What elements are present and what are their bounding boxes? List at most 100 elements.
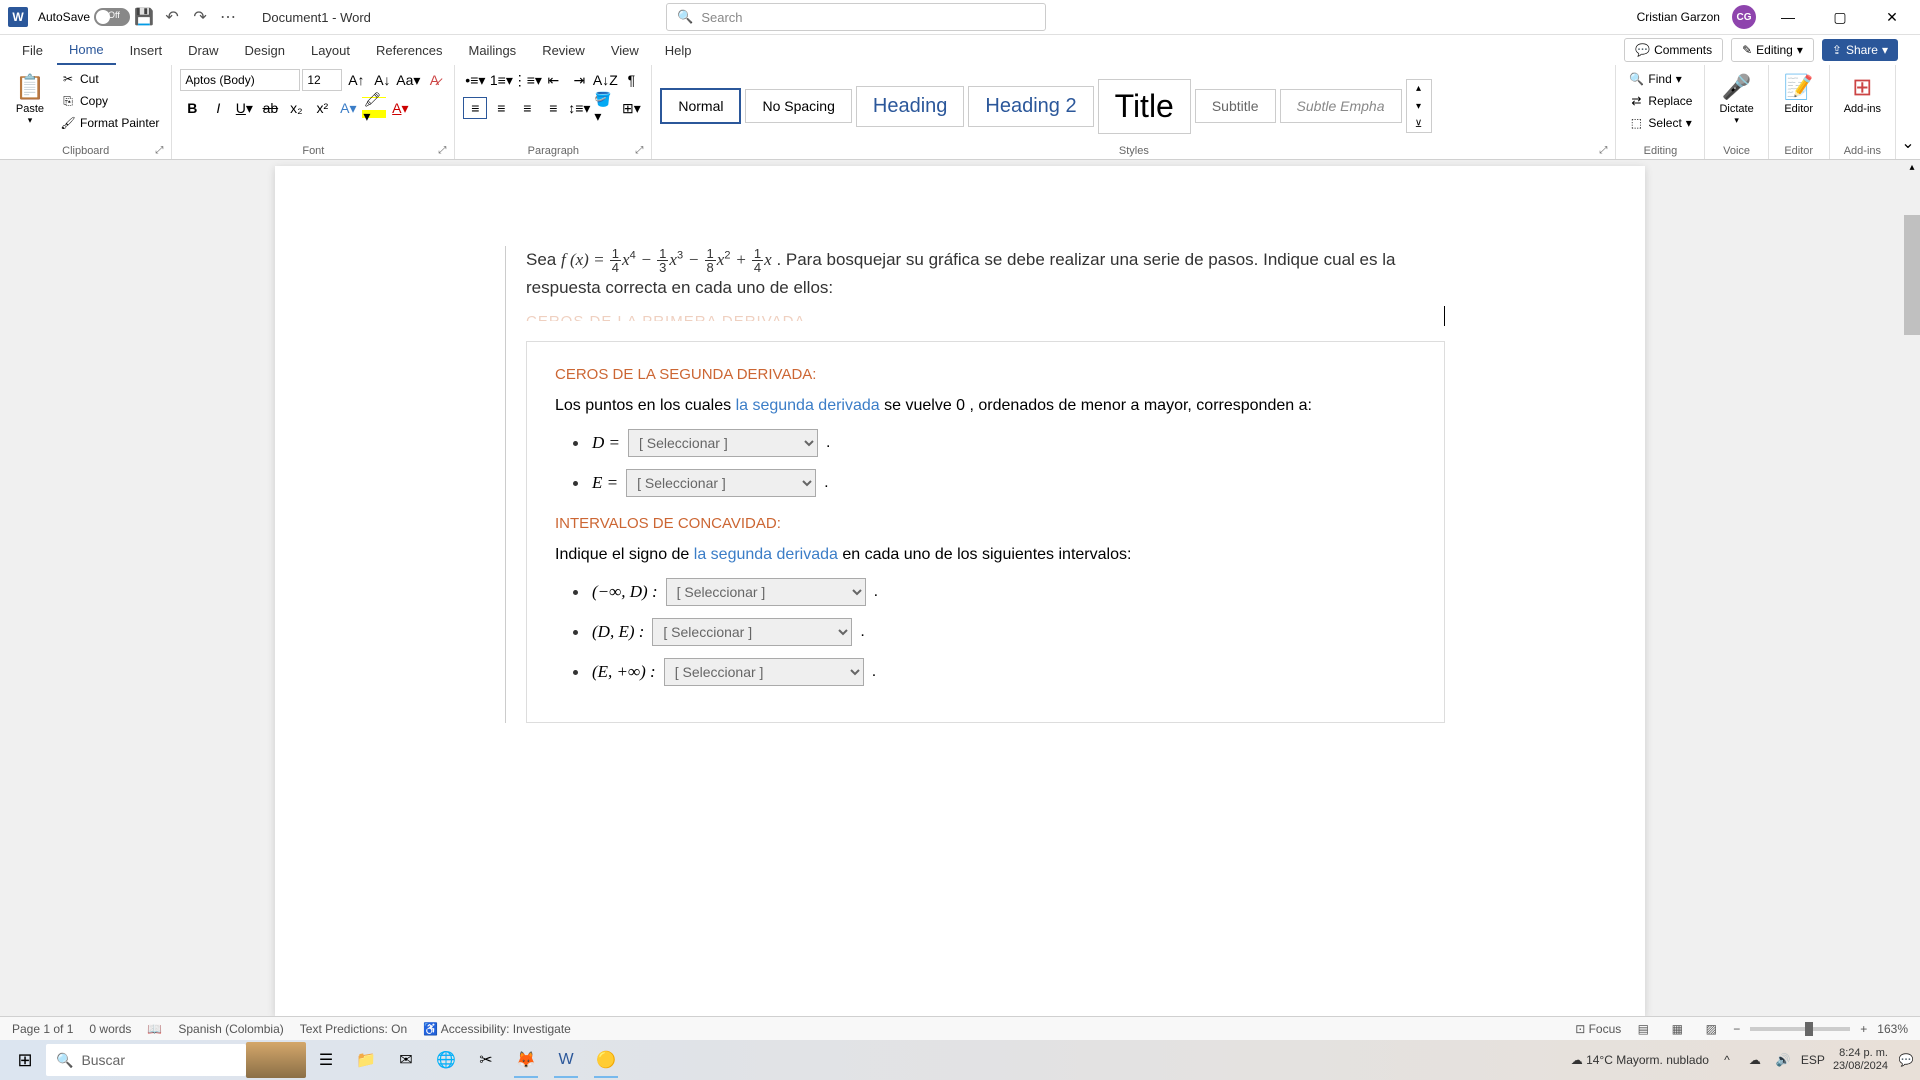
- undo-icon[interactable]: ↶: [162, 7, 182, 27]
- text-effects-button[interactable]: A▾: [336, 97, 360, 119]
- ribbon-collapse-button[interactable]: ⌄: [1901, 133, 1914, 153]
- weather-widget[interactable]: ☁ 14°C Mayorm. nublado: [1571, 1053, 1709, 1067]
- paste-button[interactable]: 📋 Paste▾: [8, 69, 52, 128]
- taskbar-clock[interactable]: 8:24 p. m. 23/08/2024: [1833, 1047, 1888, 1073]
- bullets-button[interactable]: •≡▾: [463, 69, 487, 91]
- start-button[interactable]: ⊞: [4, 1042, 46, 1078]
- numbering-button[interactable]: 1≡▾: [489, 69, 513, 91]
- sort-button[interactable]: A↓Z: [593, 69, 617, 91]
- font-name-select[interactable]: [180, 69, 300, 91]
- tab-references[interactable]: References: [364, 37, 454, 64]
- justify-button[interactable]: ≡: [541, 97, 565, 119]
- autosave-toggle[interactable]: [94, 8, 130, 26]
- clipboard-launcher[interactable]: ⤢: [155, 145, 163, 156]
- style-subtitle[interactable]: Subtitle: [1195, 89, 1276, 123]
- zoom-slider[interactable]: [1750, 1027, 1850, 1031]
- page[interactable]: Sea f (x) = 14x4 − 13x3 − 18x2 + 14x . P…: [275, 166, 1645, 1016]
- align-right-button[interactable]: ≡: [515, 97, 539, 119]
- show-marks-button[interactable]: ¶: [619, 69, 643, 91]
- ime-indicator[interactable]: ESP: [1801, 1053, 1825, 1067]
- zoom-level[interactable]: 163%: [1877, 1022, 1908, 1036]
- close-button[interactable]: ✕: [1872, 2, 1912, 32]
- read-mode-button[interactable]: ▤: [1631, 1020, 1655, 1038]
- font-color-button[interactable]: A▾: [388, 97, 412, 119]
- tab-insert[interactable]: Insert: [118, 37, 175, 64]
- text-predictions[interactable]: Text Predictions: On: [300, 1022, 407, 1036]
- maximize-button[interactable]: ▢: [1820, 2, 1860, 32]
- styles-more-button[interactable]: ⊻: [1407, 116, 1431, 132]
- redo-icon[interactable]: ↷: [190, 7, 210, 27]
- comments-button[interactable]: 💬 Comments: [1624, 38, 1723, 62]
- firefox-app[interactable]: 🦊: [506, 1042, 546, 1078]
- find-button[interactable]: 🔍Find ▾: [1624, 69, 1696, 89]
- word-count[interactable]: 0 words: [89, 1022, 131, 1036]
- font-launcher[interactable]: ⤢: [438, 145, 446, 156]
- tab-help[interactable]: Help: [653, 37, 704, 64]
- tab-layout[interactable]: Layout: [299, 37, 362, 64]
- align-center-button[interactable]: ≡: [489, 97, 513, 119]
- spell-check-icon[interactable]: 📖: [147, 1022, 162, 1036]
- editor-button[interactable]: 📝 Editor: [1777, 69, 1821, 117]
- tray-volume-icon[interactable]: 🔊: [1773, 1050, 1793, 1070]
- superscript-button[interactable]: x²: [310, 97, 334, 119]
- accessibility-checker[interactable]: ♿ Accessibility: Investigate: [423, 1022, 571, 1036]
- shading-button[interactable]: 🪣▾: [593, 97, 617, 119]
- addins-button[interactable]: ⊞ Add-ins: [1838, 69, 1887, 117]
- page-indicator[interactable]: Page 1 of 1: [12, 1022, 73, 1036]
- chrome-app[interactable]: 🟡: [586, 1042, 626, 1078]
- strikethrough-button[interactable]: ab: [258, 97, 282, 119]
- tab-design[interactable]: Design: [233, 37, 297, 64]
- font-size-select[interactable]: [302, 69, 342, 91]
- search-box[interactable]: 🔍 Search: [666, 3, 1046, 31]
- borders-button[interactable]: ⊞▾: [619, 97, 643, 119]
- styles-up-button[interactable]: ▴: [1407, 80, 1431, 96]
- select-interval1[interactable]: [ Seleccionar ]: [666, 578, 866, 606]
- increase-indent-button[interactable]: ⇥: [567, 69, 591, 91]
- style-normal[interactable]: Normal: [660, 88, 741, 124]
- language-indicator[interactable]: Spanish (Colombia): [178, 1022, 283, 1036]
- subscript-button[interactable]: x₂: [284, 97, 308, 119]
- decrease-indent-button[interactable]: ⇤: [541, 69, 565, 91]
- select-e[interactable]: [ Seleccionar ]: [626, 469, 816, 497]
- clear-format-button[interactable]: A̷: [422, 69, 446, 91]
- line-spacing-button[interactable]: ↕≡▾: [567, 97, 591, 119]
- action-center-button[interactable]: 💬: [1896, 1050, 1916, 1070]
- select-interval2[interactable]: [ Seleccionar ]: [652, 618, 852, 646]
- user-avatar[interactable]: CG: [1732, 5, 1756, 29]
- style-title[interactable]: Title: [1098, 79, 1191, 134]
- tab-file[interactable]: File: [10, 37, 55, 64]
- taskbar-search[interactable]: 🔍 Buscar: [46, 1044, 246, 1076]
- align-left-button[interactable]: ≡: [463, 97, 487, 119]
- task-view-button[interactable]: ☰: [306, 1042, 346, 1078]
- edge-app[interactable]: 🌐: [426, 1042, 466, 1078]
- multilevel-button[interactable]: ⋮≡▾: [515, 69, 539, 91]
- scroll-up-button[interactable]: ▴: [1904, 160, 1920, 175]
- italic-button[interactable]: I: [206, 97, 230, 119]
- minimize-button[interactable]: —: [1768, 2, 1808, 32]
- tab-review[interactable]: Review: [530, 37, 597, 64]
- style-heading2[interactable]: Heading 2: [968, 86, 1093, 127]
- select-button[interactable]: ⬚Select ▾: [1624, 113, 1696, 133]
- scrollbar-thumb[interactable]: [1904, 215, 1920, 335]
- editing-mode-button[interactable]: ✎ Editing ▾: [1731, 38, 1814, 62]
- vertical-scrollbar[interactable]: ▴: [1904, 160, 1920, 1016]
- print-layout-button[interactable]: ▦: [1665, 1020, 1689, 1038]
- select-interval3[interactable]: [ Seleccionar ]: [664, 658, 864, 686]
- change-case-button[interactable]: Aa▾: [396, 69, 420, 91]
- style-subtle-empha[interactable]: Subtle Empha: [1280, 89, 1402, 123]
- tray-onedrive-icon[interactable]: ☁: [1745, 1050, 1765, 1070]
- copy-button[interactable]: ⎘Copy: [56, 91, 163, 111]
- select-d[interactable]: [ Seleccionar ]: [628, 429, 818, 457]
- web-layout-button[interactable]: ▨: [1699, 1020, 1723, 1038]
- underline-button[interactable]: U▾: [232, 97, 256, 119]
- bold-button[interactable]: B: [180, 97, 204, 119]
- format-painter-button[interactable]: 🖌Format Painter: [56, 113, 163, 133]
- tab-home[interactable]: Home: [57, 36, 116, 65]
- document-area[interactable]: Sea f (x) = 14x4 − 13x3 − 18x2 + 14x . P…: [0, 160, 1920, 1016]
- grow-font-button[interactable]: A↑: [344, 69, 368, 91]
- focus-mode[interactable]: ⊡ Focus: [1575, 1022, 1621, 1036]
- tab-mailings[interactable]: Mailings: [457, 37, 529, 64]
- file-explorer-app[interactable]: 📁: [346, 1042, 386, 1078]
- tab-draw[interactable]: Draw: [176, 37, 230, 64]
- mail-app[interactable]: ✉: [386, 1042, 426, 1078]
